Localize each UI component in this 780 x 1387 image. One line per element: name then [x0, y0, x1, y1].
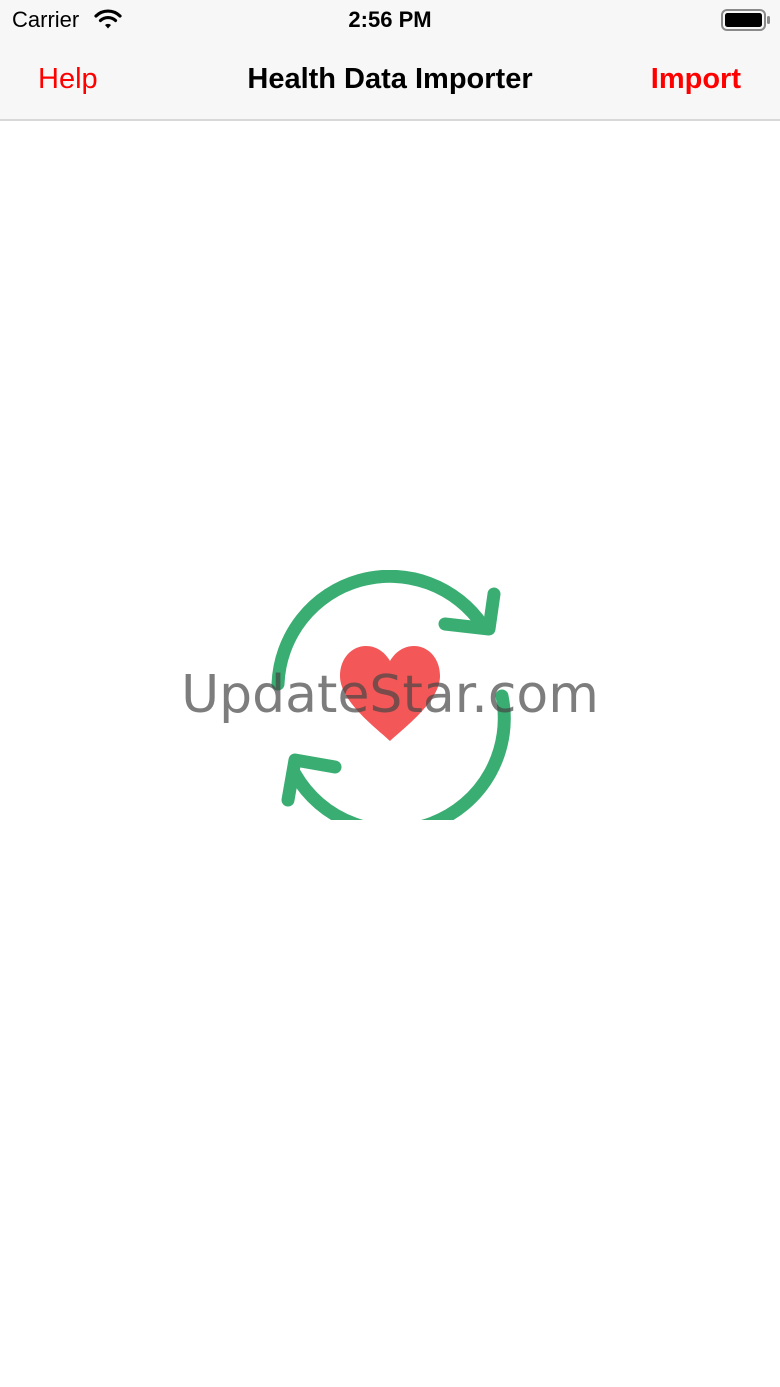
top-bar: Carrier 2:56 PM Help Health Data Importe… — [0, 0, 780, 121]
main-content: UpdateStar.com — [0, 121, 780, 1387]
status-time: 2:56 PM — [348, 7, 432, 32]
import-button[interactable]: Import — [651, 61, 741, 97]
status-bar: Carrier 2:56 PM — [0, 0, 780, 40]
navigation-bar: Help Health Data Importer Import — [0, 40, 780, 120]
watermark-text: UpdateStar.com — [181, 665, 599, 725]
battery-icon — [721, 9, 770, 31]
